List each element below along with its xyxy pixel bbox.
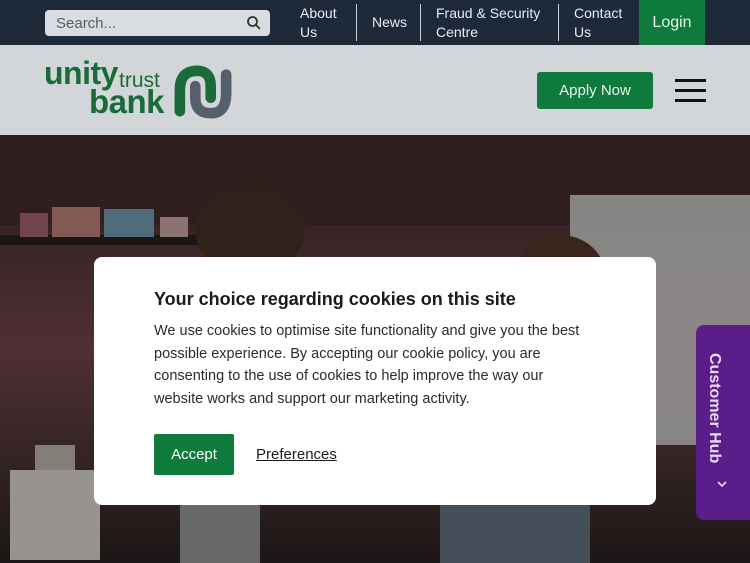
cookie-modal-body: We use cookies to optimise site function…: [154, 323, 580, 407]
nav-about-us[interactable]: About Us: [300, 0, 337, 45]
nav-fraud-line1: Fraud & Security: [436, 4, 541, 21]
nav-divider: [356, 4, 357, 41]
nav-news[interactable]: News: [372, 0, 407, 45]
nav-about-us-line1: About: [300, 4, 337, 21]
cookie-preferences-link[interactable]: Preferences: [256, 446, 337, 463]
search-box[interactable]: [45, 10, 270, 36]
nav-divider: [420, 4, 421, 41]
apply-now-button[interactable]: Apply Now: [537, 72, 653, 109]
nav-fraud-line2: Centre: [436, 23, 479, 40]
chevron-down-icon: [716, 477, 728, 493]
login-button[interactable]: Login: [639, 0, 705, 45]
logo[interactable]: unity trust bank: [44, 55, 236, 121]
logo-word-bank: bank: [89, 83, 165, 120]
search-input[interactable]: [45, 10, 245, 36]
logo-mark-icon: [174, 65, 232, 119]
customer-hub-tab[interactable]: Customer Hub: [696, 325, 750, 520]
nav-fraud-security-centre[interactable]: Fraud & Security Centre: [436, 0, 540, 45]
nav-divider: [558, 4, 559, 41]
cookie-modal-title: Your choice regarding cookies on this si…: [154, 289, 516, 309]
nav-news-label: News: [372, 14, 408, 30]
nav-about-us-line2: Us: [300, 23, 318, 40]
nav-contact-line2: Us: [574, 23, 592, 40]
accept-cookies-button[interactable]: Accept: [154, 434, 234, 475]
top-bar: About Us News Fraud & Security Centre Cont…: [0, 0, 750, 45]
nav-contact-line1: Contact: [574, 4, 623, 21]
nav-contact-us[interactable]: Contact Us: [574, 0, 622, 45]
customer-hub-label: Customer Hub: [706, 353, 723, 464]
search-icon[interactable]: [246, 15, 262, 31]
menu-icon[interactable]: [675, 79, 706, 102]
cookie-consent-modal: Your choice regarding cookies on this si…: [94, 257, 656, 505]
